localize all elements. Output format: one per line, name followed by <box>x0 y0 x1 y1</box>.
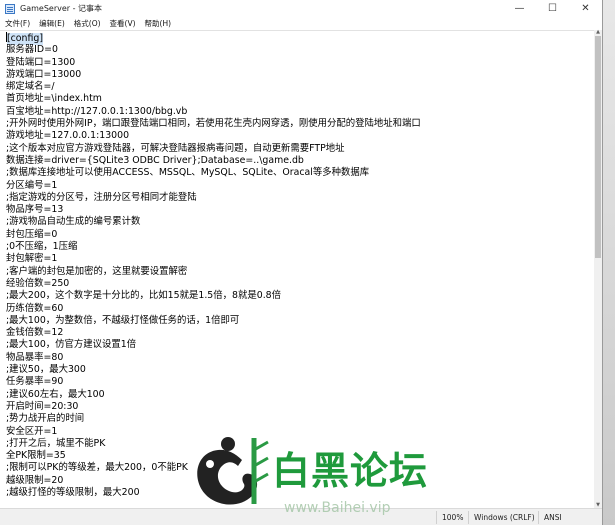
text-line: ;限制可以PK的等级差，最大200，0不能PK <box>6 462 188 474</box>
text-line: 首页地址=\index.htm <box>6 93 102 105</box>
text-line: ;建议50，最大300 <box>6 364 86 376</box>
text-line: ;建议60左右，最大100 <box>6 388 105 400</box>
text-line: [config] <box>6 32 421 46</box>
text-line: ;开外网时使用外网IP，端口跟登陆端口相同，若使用花生壳内网穿透，刚使用分配的登… <box>6 118 421 130</box>
text-line: ;指定游戏的分区号，注册分区号相同才能登陆 <box>6 191 197 203</box>
close-button[interactable]: ✕ <box>569 0 602 17</box>
text-line: 物品序号=13 <box>6 204 64 216</box>
zoom-level: 100% <box>442 513 464 522</box>
background-strip <box>603 0 615 525</box>
status-divider <box>436 511 437 524</box>
editor-lines: [config] 服务器ID=0 登陆端口=1300 游戏端口=13000 绑定域名=/… <box>6 32 421 499</box>
text-line: 百宝地址=http://127.0.0.1:1300/bbg.vb <box>6 105 188 117</box>
menu-bar: 文件(F) 编辑(E) 格式(O) 查看(V) 帮助(H) <box>0 17 602 30</box>
text-line: 开启时间=20:30 <box>6 400 79 412</box>
text-line: ;最大100，仿官方建议设置1倍 <box>6 339 137 351</box>
window-title: GameServer - 记事本 <box>20 4 103 13</box>
menu-help[interactable]: 帮助(H) <box>140 18 176 29</box>
text-line: 任务暴率=90 <box>6 376 64 388</box>
text-line: 全PK限制=35 <box>6 450 66 462</box>
text-line: ;客户端的封包是加密的，这里就要设置解密 <box>6 265 188 277</box>
text-line: 封包压缩=0 <box>6 228 58 240</box>
text-line: ;打开之后，城里不能PK <box>6 437 106 449</box>
text-line: ;最大100，为整数倍，不越级打怪做任务的话，1倍即可 <box>6 314 240 326</box>
text-line: ;数据库连接地址可以使用ACCESS、MSSQL、MySQL、SQLite、Or… <box>6 167 370 179</box>
text-line: 物品暴率=80 <box>6 351 64 363</box>
text-line: 金钱倍数=12 <box>6 327 64 339</box>
status-divider <box>538 511 539 524</box>
status-divider <box>468 511 469 524</box>
encoding: ANSI <box>544 513 562 522</box>
text-line: 数据连接=driver={SQLite3 ODBC Driver};Databa… <box>6 154 304 166</box>
text-line: ;游戏物品自动生成的编号累计数 <box>6 216 141 228</box>
vertical-scrollbar[interactable]: ▲ ▼ <box>594 30 602 508</box>
text-line: 登陆端口=1300 <box>6 56 76 68</box>
text-line: 安全区开=1 <box>6 425 58 437</box>
text-line: 分区编号=1 <box>6 179 58 191</box>
text-line: ;势力战开启的时间 <box>6 413 85 425</box>
text-line: ;最大200，这个数字是十分比的，比如15就是1.5倍，8就是0.8倍 <box>6 290 282 302</box>
notepad-window: GameServer - 记事本 — ☐ ✕ 文件(F) 编辑(E) 格式(O)… <box>0 0 603 525</box>
scrollbar-thumb[interactable] <box>595 36 601 258</box>
text-line: 游戏地址=127.0.0.1:13000 <box>6 130 130 142</box>
text-line: 封包解密=1 <box>6 253 58 265</box>
text-line: 越级限制=20 <box>6 474 64 486</box>
menu-file[interactable]: 文件(F) <box>0 18 34 29</box>
minimize-button[interactable]: — <box>503 0 536 17</box>
notepad-icon <box>5 3 15 14</box>
menu-view[interactable]: 查看(V) <box>105 18 140 29</box>
text-line: ;越级打怪的等级限制，最大200 <box>6 486 140 498</box>
scroll-up-icon[interactable]: ▲ <box>595 30 601 35</box>
status-bar: 100% Windows (CRLF) ANSI <box>0 508 602 525</box>
text-line: ;这个版本对应官方游戏登陆器，可解决登陆器报病毒问题，自动更新需要FTP地址 <box>6 142 345 154</box>
text-line: 绑定域名=/ <box>6 81 55 93</box>
text-line: 服务器ID=0 <box>6 44 58 56</box>
title-bar[interactable]: GameServer - 记事本 — ☐ ✕ <box>0 0 602 17</box>
maximize-button[interactable]: ☐ <box>536 0 569 17</box>
menu-format[interactable]: 格式(O) <box>69 18 105 29</box>
window-controls: — ☐ ✕ <box>503 0 602 17</box>
text-line: ;0不压缩，1压缩 <box>6 241 78 253</box>
text-line: 历练倍数=60 <box>6 302 64 314</box>
text-editor[interactable]: [config] 服务器ID=0 登陆端口=1300 游戏端口=13000 绑定域名=/… <box>0 30 594 509</box>
line-ending: Windows (CRLF) <box>474 513 535 522</box>
text-line: 经验倍数=250 <box>6 277 70 289</box>
menu-edit[interactable]: 编辑(E) <box>34 18 69 29</box>
text-line: 游戏端口=13000 <box>6 68 82 80</box>
